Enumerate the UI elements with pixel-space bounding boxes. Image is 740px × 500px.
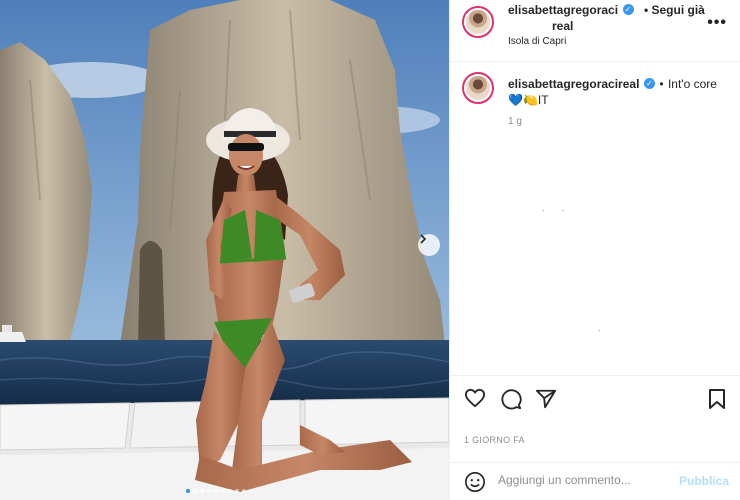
carousel-dot [228,489,232,493]
carousel-dot [235,489,239,493]
carousel-dot [249,489,253,493]
header-user-block: elisabettagregoraci ✓ • Segui già real [508,2,705,34]
carousel-next-button[interactable] [418,234,440,256]
chevron-right-icon [420,234,427,244]
carousel-indicator [186,489,253,493]
action-bar [450,375,740,419]
caption-text: Int'o core [667,77,717,91]
carousel-dot [242,489,246,493]
publish-button[interactable]: Pubblica [679,474,729,488]
avatar[interactable] [462,6,494,38]
carousel-dot [221,489,225,493]
verified-badge-icon: ✓ [622,4,634,16]
comment-icon[interactable] [500,388,522,410]
share-icon[interactable] [535,388,557,410]
time-ago[interactable]: 1 g [508,114,733,130]
more-options-icon[interactable]: ••• [707,14,727,32]
post-header: elisabettagregoraci ✓ • Segui già real I… [450,0,740,62]
post-date: 1 GIORNO FA [464,435,525,445]
post-photo[interactable] [0,0,449,500]
comments-section: elisabettagregoracireal ✓ • Int'o core 💙… [450,62,740,374]
speck: . [598,324,601,333]
location-link[interactable]: Isola di Capri [508,36,566,47]
caption-emojis: 💙🍋IT [508,93,549,107]
caption-separator: • [659,77,664,91]
post-side-panel: elisabettagregoraci ✓ • Segui già real I… [449,0,740,500]
header-username-line2[interactable]: real [552,19,573,33]
instagram-post-modal: elisabettagregoraci ✓ • Segui già real I… [0,0,740,500]
carousel-dot [193,489,197,493]
carousel-dot [207,489,211,493]
verified-badge-icon: ✓ [643,78,655,90]
heart-icon[interactable] [464,388,486,408]
comment-input[interactable] [498,473,678,487]
following-status-button[interactable]: • Segui già [644,3,705,17]
capri-photo-illustration [0,0,449,500]
carousel-dot [200,489,204,493]
speck: . [542,204,545,213]
carousel-dot [214,489,218,493]
avatar[interactable] [462,72,494,104]
caption-block: elisabettagregoracireal ✓ • Int'o core 💙… [508,76,733,130]
header-username-line1[interactable]: elisabettagregoraci [508,3,618,17]
emoji-icon[interactable] [464,471,486,493]
speck: . [562,204,565,213]
caption-username[interactable]: elisabettagregoracireal [508,77,639,91]
bookmark-icon[interactable] [708,388,726,410]
carousel-dot [186,489,190,493]
add-comment-bar: Pubblica [450,462,740,500]
